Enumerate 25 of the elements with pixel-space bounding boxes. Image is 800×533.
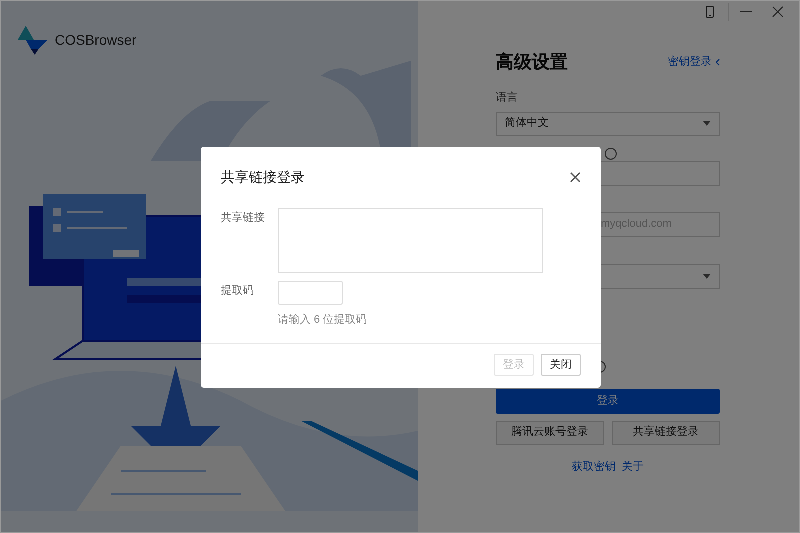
login-button[interactable]: 登录 (496, 388, 720, 414)
language-select[interactable]: 简体中文 (496, 112, 720, 136)
phone-icon[interactable] (706, 6, 714, 18)
close-icon[interactable] (570, 172, 581, 183)
dialog-title: 共享链接登录 (221, 168, 305, 187)
chevron-left-icon (716, 59, 720, 66)
field-label: 提取码 (221, 284, 255, 299)
help-icon[interactable] (605, 148, 617, 160)
brand-name: COSBrowser (55, 30, 137, 50)
login-method-button[interactable]: 共享链接登录 (612, 420, 720, 444)
language-label: 语言 (496, 90, 519, 106)
settings-title: 高级设置 (496, 51, 568, 74)
login-method-button[interactable]: 腾讯云账号登录 (496, 420, 604, 444)
key-login-link[interactable]: 密钥登录 (668, 54, 720, 71)
dropdown-caret-icon (703, 274, 711, 278)
code-field[interactable] (278, 281, 343, 305)
logo-icon (17, 25, 47, 55)
close-icon[interactable] (772, 6, 784, 18)
field-label: 共享链接 (221, 210, 266, 226)
dropdown-caret-icon (703, 121, 711, 126)
footer-link[interactable]: 关于 (622, 458, 644, 475)
field-hint: 请输入 6 位提取码 (278, 313, 368, 328)
dialog-button[interactable]: 关闭 (541, 354, 581, 376)
footer-link[interactable]: 获取密钥 (572, 458, 616, 475)
share-link-field[interactable] (278, 208, 543, 273)
